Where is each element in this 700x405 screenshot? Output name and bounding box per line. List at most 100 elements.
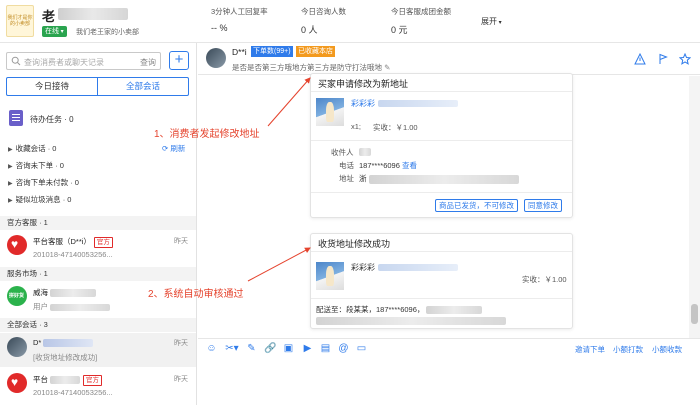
input-toolbar: ☺ ✂▾ ✎ 🔗 ▣ ▶ ▤ @ ▭ 邀请下单 小额打款 小额收款 <box>198 338 700 405</box>
shop-name-redacted <box>58 8 128 20</box>
divider <box>311 91 572 92</box>
shop-logo: 我们才是你的小卖部 <box>6 5 34 37</box>
address-change-success-card: 收货地址修改成功 彩彩彩 实收：￥1.00 配送至：段某某，187****609… <box>310 233 573 329</box>
stat-consult-count: 今日咨询人数 0 人 <box>301 6 346 36</box>
conversation-item[interactable]: 平台官方 昨天 201018-47140053256... <box>0 369 196 403</box>
conversation-tabs: 今日接待 全部会话 <box>6 77 189 96</box>
add-button[interactable]: + <box>169 51 189 70</box>
image-icon[interactable]: ▣ <box>283 343 294 354</box>
tab-today[interactable]: 今日接待 <box>7 78 97 95</box>
stat-label: 今日咨询人数 <box>301 7 346 16</box>
search-button[interactable]: 查询 <box>140 57 156 68</box>
product-thumbnail <box>316 262 344 290</box>
at-icon[interactable]: @ <box>338 343 349 354</box>
group-label: 咨询未下单 · 0 <box>15 161 64 170</box>
warning-icon[interactable] <box>634 53 646 65</box>
card-icon[interactable]: ▤ <box>320 343 331 354</box>
conversation-name: 平台客服（D**i） 官方 <box>33 236 113 248</box>
shop-logo-text: 我们才是你的小卖部 <box>7 15 33 27</box>
product-name[interactable]: 彩彩彩 <box>351 98 458 109</box>
pen-icon[interactable]: ✎ <box>246 343 257 354</box>
stat-label: 3分钟人工回复率 <box>211 7 268 16</box>
group-unpaid[interactable]: ▶ 咨询下单未付款 · 0 <box>8 177 79 188</box>
product-paid: 实收：￥1.00 <box>373 123 418 132</box>
card-title: 收货地址修改成功 <box>318 239 391 249</box>
arrow-step1 <box>267 77 311 127</box>
favorite-badge: 已收藏本店 <box>296 46 335 57</box>
conversation-preview: [收货地址修改成功] <box>33 353 98 362</box>
app-window: 我们才是你的小卖部 老 在线 ▾ 我们老王家的小卖部 3分钟人工回复率 -- %… <box>0 0 700 405</box>
view-phone-link[interactable]: 查看 <box>402 161 417 170</box>
scrollbar-thumb[interactable] <box>691 304 698 324</box>
customer-remark[interactable]: 是否是否第三方哦地方第三方是防守打法哦地 ✎ <box>232 62 390 73</box>
online-status-dropdown[interactable]: 在线 ▾ <box>42 26 67 37</box>
task-list-icon <box>9 110 23 126</box>
group-favorites[interactable]: ▶ 收藏会话 · 0 <box>8 143 56 154</box>
tab-all-conversations[interactable]: 全部会话 <box>97 78 188 95</box>
product-name[interactable]: 彩彩彩 <box>351 262 458 273</box>
conversation-preview: 201018-47140053256... <box>33 388 113 397</box>
card-title: 买家申请修改为新地址 <box>318 79 409 89</box>
shipped-cannot-modify-button[interactable]: 商品已发货，不可修改 <box>435 199 518 212</box>
conversation-item-selected[interactable]: D* 昨天 [收货地址修改成功] <box>0 333 196 367</box>
shop-name: 老 <box>42 9 56 24</box>
section-official[interactable]: 官方客服 · 1 <box>0 216 196 230</box>
group-label: 咨询下单未付款 · 0 <box>15 178 79 187</box>
order-count-badge: 下单数(99+) <box>251 46 293 57</box>
online-status-label: 在线 <box>45 28 59 35</box>
section-service-market[interactable]: 服务市场 · 1 <box>0 267 196 281</box>
conversation-time: 昨天 <box>174 340 188 347</box>
address-value: 浙 <box>359 173 519 184</box>
annotation-step1: 1、消费者发起修改地址 <box>154 129 260 140</box>
scissors-icon[interactable]: ✂▾ <box>224 343 240 354</box>
chevron-down-icon: ▾ <box>497 20 502 26</box>
official-tag: 官方 <box>83 375 102 386</box>
folder-icon[interactable]: ▭ <box>356 343 367 354</box>
star-icon[interactable] <box>679 53 691 65</box>
address-label: 地址 <box>339 174 354 183</box>
agree-modify-button[interactable]: 同意修改 <box>524 199 562 212</box>
refresh-button[interactable]: ⟳ 刷新 <box>162 143 185 154</box>
product-thumbnail <box>316 98 344 126</box>
flag-icon[interactable] <box>657 53 669 65</box>
conversation-name: 平台 官方 <box>33 374 102 386</box>
avatar <box>7 373 27 393</box>
stat-reply-rate: 3分钟人工回复率 -- % <box>211 6 268 33</box>
address-change-request-card: 买家申请修改为新地址 彩彩彩 x1; 实收：￥1.00 收件人 电话 187**… <box>310 73 573 218</box>
conversation-preview: 201018-47140053256... <box>33 250 113 259</box>
expand-button[interactable]: 展开 ▾ <box>481 16 502 27</box>
smile-icon[interactable]: ☺ <box>206 343 217 354</box>
divider <box>311 140 572 141</box>
group-no-order[interactable]: ▶ 咨询未下单 · 0 <box>8 160 64 171</box>
chevron-down-icon: ▾ <box>59 29 64 35</box>
conversation-time: 昨天 <box>174 238 188 245</box>
product-quantity: x1; <box>351 122 362 131</box>
delivery-address-line2 <box>316 316 506 326</box>
group-spam[interactable]: ▶ 疑似垃圾消息 · 0 <box>8 194 71 205</box>
link-icon[interactable]: 🔗 <box>264 343 276 354</box>
stat-group-amount: 今日客服成团金额 0 元 <box>391 6 451 36</box>
divider <box>311 298 572 299</box>
caret-right-icon: ▶ <box>8 198 13 204</box>
expand-label: 展开 <box>481 17 497 26</box>
conversation-item[interactable]: 平台客服（D**i）官方 昨天 201018-47140053256... <box>0 231 196 265</box>
caret-right-icon: ▶ <box>8 147 13 153</box>
chat-scrollbar[interactable] <box>689 76 700 338</box>
video-icon[interactable]: ▶ <box>302 343 313 354</box>
refresh-label: 刷新 <box>170 144 186 153</box>
name-redacted <box>50 289 96 298</box>
avatar <box>7 337 27 357</box>
product-paid: 实收：￥1.00 <box>522 275 567 284</box>
small-payment-link[interactable]: 小额打款 <box>613 344 643 355</box>
search-input[interactable]: 查询消费者或聊天记录 <box>24 57 104 68</box>
edit-icon[interactable]: ✎ <box>384 63 390 72</box>
caret-right-icon: ▶ <box>8 181 13 187</box>
section-all-conversations[interactable]: 全部会话 · 3 <box>0 318 196 332</box>
official-tag: 官方 <box>93 237 113 248</box>
invite-order-link[interactable]: 邀请下单 <box>575 344 605 355</box>
search-icon <box>11 56 21 66</box>
conversation-preview: 用户 <box>33 301 110 312</box>
caret-right-icon: ▶ <box>8 164 13 170</box>
small-collection-link[interactable]: 小额收款 <box>652 344 682 355</box>
arrow-step2 <box>247 247 311 282</box>
